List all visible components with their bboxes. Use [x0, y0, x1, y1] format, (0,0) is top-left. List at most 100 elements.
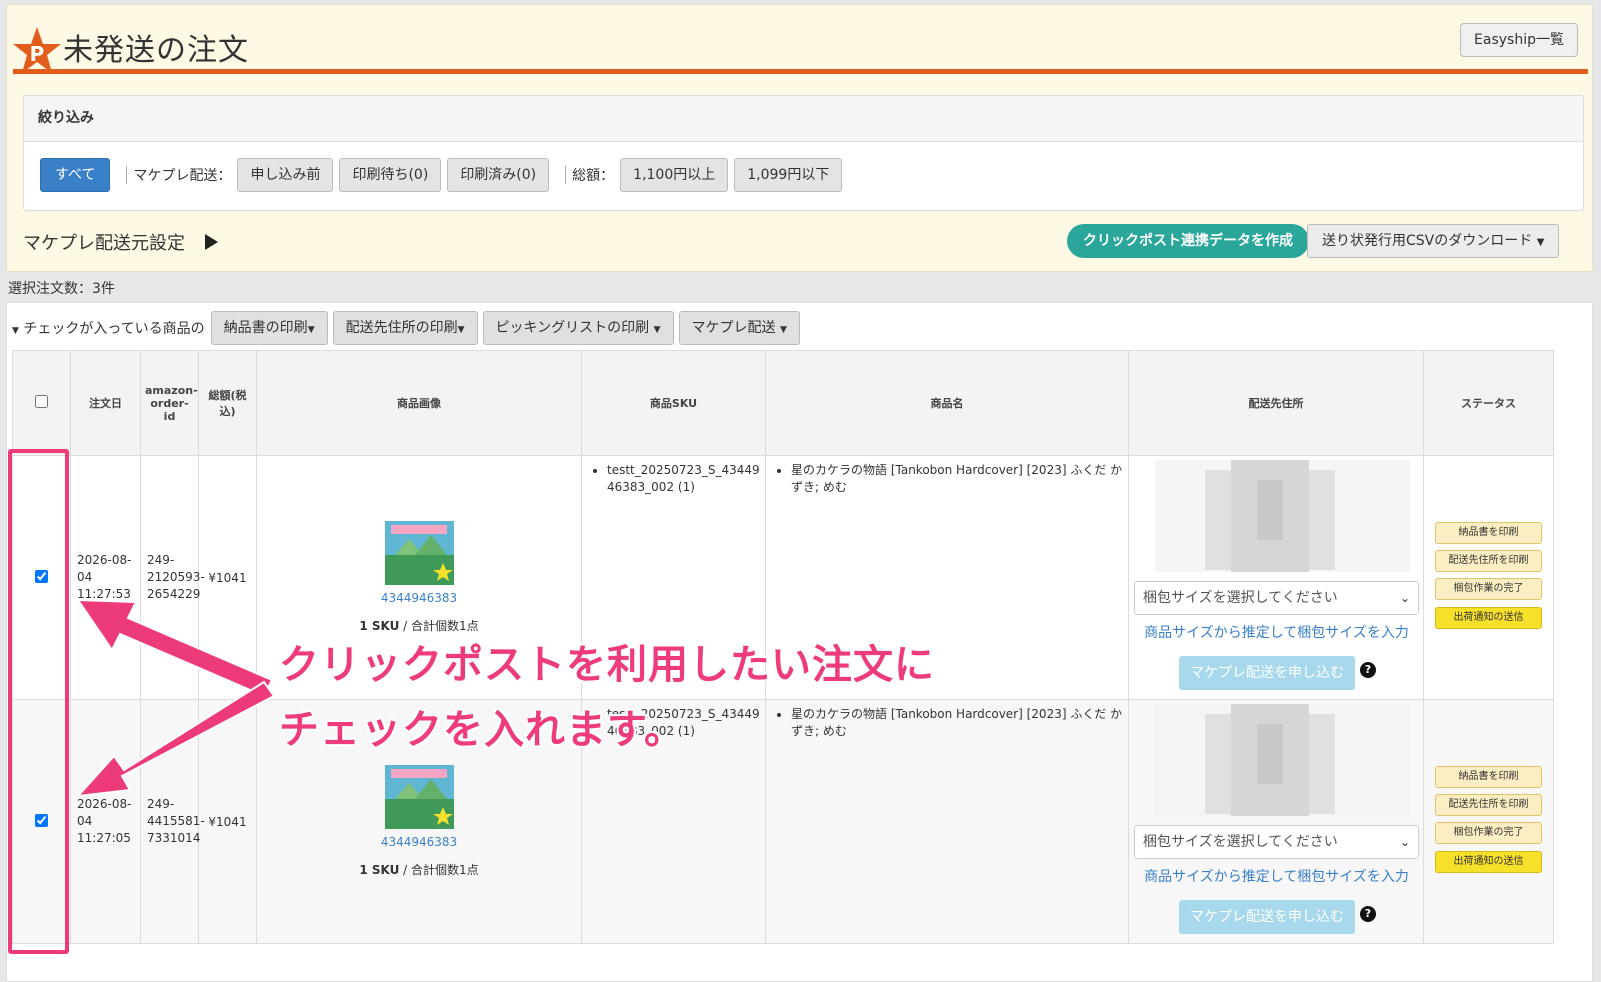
bulk-action-text: チェックが入っている商品の: [23, 321, 205, 337]
header-product-name: 商品名: [765, 350, 1129, 456]
help-icon[interactable]: ?: [1360, 906, 1376, 922]
estimate-packing-size-link[interactable]: 商品サイズから推定して梱包サイズを入力: [1129, 866, 1424, 886]
sku-item: testt_20250723_S_4344946383_002 (1): [607, 462, 764, 496]
product-thumbnail[interactable]: [384, 765, 454, 829]
caret-down-icon: ▼: [12, 326, 19, 336]
product-name: 星のカケラの物語 [Tankobon Hardcover] [2023] ふくだ…: [791, 706, 1127, 740]
csv-download-dropdown[interactable]: 送り状発行用CSVのダウンロード ▼: [1307, 224, 1560, 258]
filter-printed-button[interactable]: 印刷済み(0): [447, 158, 550, 192]
caret-down-icon: ▼: [1536, 237, 1545, 248]
bulk-action-row: ▼ チェックが入っている商品の 納品書の印刷▼ 配送先住所の印刷▼ ピッキングリ…: [12, 311, 805, 345]
filter-row: すべて マケプレ配送： 申し込み前 印刷待ち(0) 印刷済み(0) 総額： 1,…: [40, 158, 848, 192]
print-invoice-button[interactable]: 納品書を印刷: [1435, 766, 1542, 788]
annotation-line-2: チェックを入れます。: [279, 707, 685, 753]
table-header-row: 注文日 amazon-order-id 総額(税込) 商品画像 商品SKU 商品…: [12, 350, 1554, 456]
print-picking-label: ピッキングリストの印刷: [495, 320, 650, 336]
send-shipment-notice-button[interactable]: 出荷通知の送信: [1435, 607, 1542, 629]
order-id: 249-2120593-2654229: [140, 455, 205, 700]
print-address-button[interactable]: 配送先住所を印刷: [1435, 550, 1542, 572]
shipping-address-cell: 梱包サイズを選択してください ⌄ 商品サイズから推定して梱包サイズを入力 マケプレ…: [1128, 455, 1424, 700]
order-date: 2026-08-04 11:27:05: [70, 699, 141, 944]
top-panel: P 未発送の注文 Easyship一覧 絞り込み すべて マケプレ配送： 申し込…: [6, 4, 1593, 272]
packing-size-select[interactable]: 梱包サイズを選択してください ⌄: [1134, 825, 1419, 859]
asin-link[interactable]: 4344946383: [258, 835, 580, 849]
makepure-shipping-dropdown[interactable]: マケプレ配送 ▼: [678, 311, 800, 345]
csv-download-label: 送り状発行用CSVのダウンロード: [1322, 233, 1533, 249]
filter-over-1100-button[interactable]: 1,100円以上: [620, 158, 729, 192]
order-id: 249-4415581-7331014: [140, 699, 205, 944]
status-cell: 納品書を印刷 配送先住所を印刷 梱包作業の完了 出荷通知の送信: [1423, 455, 1554, 700]
blurred-address-image: [1155, 460, 1410, 572]
filter-heading: 絞り込み: [24, 96, 1583, 142]
packing-complete-button[interactable]: 梱包作業の完了: [1435, 578, 1542, 600]
blurred-address-image: [1155, 704, 1410, 816]
estimate-packing-size-link[interactable]: 商品サイズから推定して梱包サイズを入力: [1129, 622, 1424, 642]
packing-size-select[interactable]: 梱包サイズを選択してください ⌄: [1134, 581, 1419, 615]
makepure-shipping-label: マケプレ配送: [691, 320, 776, 336]
caret-down-icon: ▼: [779, 325, 787, 335]
title-underline: [13, 69, 1588, 74]
caret-down-icon: ▼: [653, 325, 661, 335]
product-name: 星のカケラの物語 [Tankobon Hardcover] [2023] ふくだ…: [791, 462, 1127, 496]
clickpost-create-button[interactable]: クリックポスト連携データを作成: [1067, 224, 1309, 258]
header-order-id: amazon-order-id: [140, 350, 199, 456]
header-product-image: 商品画像: [256, 350, 582, 456]
caret-down-icon: ▼: [457, 325, 465, 335]
shipping-origin-settings-label[interactable]: マケプレ配送元設定: [23, 229, 185, 255]
order-total: ¥1041: [198, 699, 257, 944]
easyship-list-button[interactable]: Easyship一覧: [1460, 23, 1578, 57]
asin-link[interactable]: 4344946383: [258, 591, 580, 605]
page-title: 未発送の注文: [63, 33, 249, 68]
sku-count: 1 SKU: [359, 863, 400, 877]
caret-down-icon: ▼: [307, 325, 315, 335]
product-name-cell: 星のカケラの物語 [Tankobon Hardcover] [2023] ふくだ…: [765, 699, 1129, 944]
bulk-action-label: ▼ チェックが入っている商品の: [12, 318, 205, 338]
divider: [565, 166, 567, 184]
table-row: 2026-08-04 11:27:05 249-4415581-7331014 …: [12, 699, 1554, 944]
header-status: ステータス: [1423, 350, 1554, 456]
svg-text:P: P: [30, 42, 45, 66]
select-all-checkbox[interactable]: [35, 395, 48, 408]
packing-size-value: 梱包サイズを選択してください: [1143, 834, 1338, 850]
send-shipment-notice-button[interactable]: 出荷通知の送信: [1435, 851, 1542, 873]
apply-makepure-shipping-button[interactable]: マケプレ配送を申し込む: [1179, 900, 1355, 934]
sku-count: 1 SKU: [359, 619, 400, 633]
apply-makepure-shipping-button[interactable]: マケプレ配送を申し込む: [1179, 656, 1355, 690]
selected-count: 選択注文数：3件: [8, 281, 115, 297]
packing-size-value: 梱包サイズを選択してください: [1143, 590, 1338, 606]
filter-print-waiting-button[interactable]: 印刷待ち(0): [339, 158, 442, 192]
print-invoice-button[interactable]: 納品書を印刷: [1435, 522, 1542, 544]
amount-filter-label: 総額：: [572, 168, 615, 184]
print-address-dropdown[interactable]: 配送先住所の印刷▼: [332, 311, 478, 345]
status-cell: 納品書を印刷 配送先住所を印刷 梱包作業の完了 出荷通知の送信: [1423, 699, 1554, 944]
product-thumbnail[interactable]: [384, 521, 454, 585]
header-shipping-address: 配送先住所: [1128, 350, 1424, 456]
packing-complete-button[interactable]: 梱包作業の完了: [1435, 822, 1542, 844]
divider: [126, 166, 128, 184]
print-invoice-label: 納品書の印刷: [223, 320, 308, 336]
checkbox-highlight-box: [8, 449, 69, 954]
print-address-label: 配送先住所の印刷: [345, 320, 458, 336]
makepure-filter-label: マケプレ配送：: [133, 168, 232, 184]
chevron-down-icon: ⌄: [1399, 835, 1410, 849]
select-all-header: [12, 350, 71, 456]
help-icon[interactable]: ?: [1360, 662, 1376, 678]
annotation-line-1: クリックポストを利用したい注文に: [279, 642, 935, 688]
filter-panel: 絞り込み すべて マケプレ配送： 申し込み前 印刷待ち(0) 印刷済み(0) 総…: [23, 95, 1584, 211]
chevron-down-icon: ⌄: [1399, 591, 1410, 605]
print-picking-list-dropdown[interactable]: ピッキングリストの印刷 ▼: [482, 311, 674, 345]
print-invoice-dropdown[interactable]: 納品書の印刷▼: [210, 311, 328, 345]
header-total: 総額(税込): [198, 350, 257, 456]
filter-all-button[interactable]: すべて: [40, 158, 111, 192]
print-address-button[interactable]: 配送先住所を印刷: [1435, 794, 1542, 816]
total-quantity: / 合計個数1点: [399, 863, 479, 877]
header-order-date: 注文日: [70, 350, 141, 456]
header-product-sku: 商品SKU: [581, 350, 766, 456]
filter-before-apply-button[interactable]: 申し込み前: [237, 158, 334, 192]
shipping-address-cell: 梱包サイズを選択してください ⌄ 商品サイズから推定して梱包サイズを入力 マケプレ…: [1128, 699, 1424, 944]
filter-under-1099-button[interactable]: 1,099円以下: [734, 158, 843, 192]
sku-summary: 1 SKU / 合計個数1点: [258, 861, 580, 878]
expand-arrow-icon[interactable]: [205, 234, 218, 250]
order-total: ¥1041: [198, 455, 257, 700]
order-date: 2026-08-04 11:27:53: [70, 455, 141, 700]
